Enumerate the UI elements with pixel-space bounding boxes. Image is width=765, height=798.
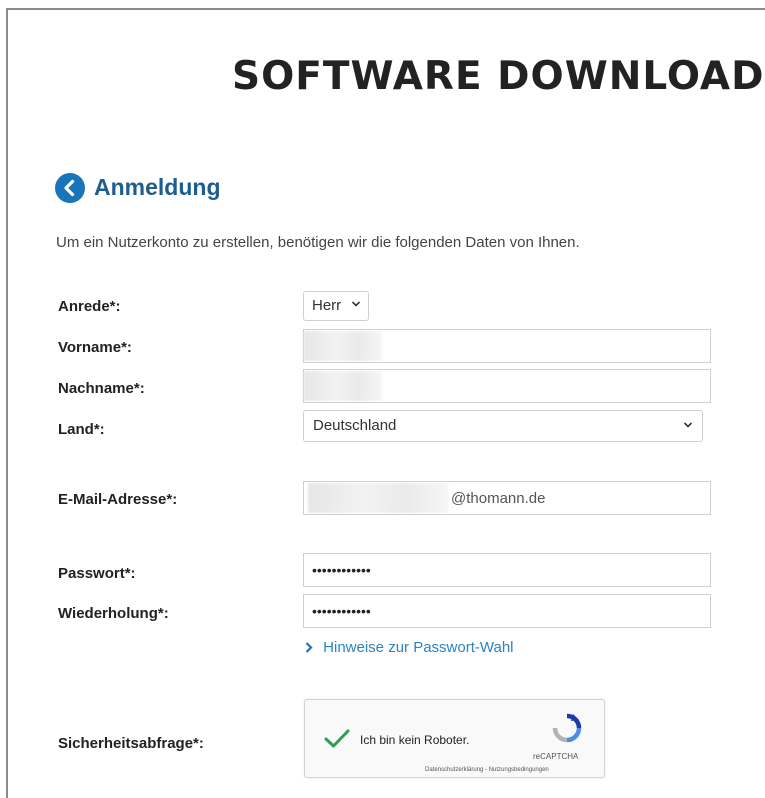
password-repeat-masked: •••••••••••• xyxy=(312,603,371,619)
chevron-right-icon xyxy=(305,642,313,653)
checkmark-icon[interactable] xyxy=(323,728,351,750)
salutation-value: Herr xyxy=(312,297,342,314)
password-repeat-label: Wiederholung*: xyxy=(58,605,169,622)
back-button[interactable] xyxy=(55,173,85,203)
redacted-value xyxy=(304,371,382,401)
email-domain: @thomann.de xyxy=(451,490,546,507)
password-repeat-field[interactable]: •••••••••••• xyxy=(303,594,711,628)
captcha-brand: reCAPTCHA xyxy=(533,752,579,761)
password-hint-text: Hinweise zur Passwort-Wahl xyxy=(323,639,514,656)
country-select[interactable]: Deutschland xyxy=(303,410,703,442)
salutation-select[interactable]: Herr xyxy=(303,291,369,321)
first-name-label: Vorname*: xyxy=(58,339,132,356)
salutation-label: Anrede*: xyxy=(58,298,121,315)
captcha-links[interactable]: Datenschutzerklärung - Nutzungsbedingung… xyxy=(425,767,549,773)
country-value: Deutschland xyxy=(313,417,397,434)
chevron-down-icon xyxy=(351,301,361,307)
window-frame xyxy=(6,8,765,798)
section-title: Anmeldung xyxy=(94,174,221,200)
last-name-field[interactable] xyxy=(303,369,711,403)
country-label: Land*: xyxy=(58,421,105,438)
password-masked: •••••••••••• xyxy=(312,562,371,578)
password-field[interactable]: •••••••••••• xyxy=(303,553,711,587)
intro-text: Um ein Nutzerkonto zu erstellen, benötig… xyxy=(56,234,580,251)
redacted-value xyxy=(304,331,382,361)
first-name-field[interactable] xyxy=(303,329,711,363)
redacted-value xyxy=(308,483,448,513)
chevron-down-icon xyxy=(683,422,693,428)
security-label: Sicherheitsabfrage*: xyxy=(58,735,204,752)
recaptcha-widget: Ich bin kein Roboter. reCAPTCHA Datensch… xyxy=(304,699,605,778)
last-name-label: Nachname*: xyxy=(58,380,145,397)
recaptcha-logo-icon xyxy=(552,713,582,743)
chevron-left-circle-icon xyxy=(64,179,75,197)
password-label: Passwort*: xyxy=(58,565,136,582)
page-title: SOFTWARE DOWNLOAD xyxy=(232,54,765,99)
captcha-label: Ich bin kein Roboter. xyxy=(360,733,470,747)
email-label: E-Mail-Adresse*: xyxy=(58,491,178,508)
email-field[interactable]: @thomann.de xyxy=(303,481,711,515)
password-hint-link[interactable]: Hinweise zur Passwort-Wahl xyxy=(305,639,514,656)
